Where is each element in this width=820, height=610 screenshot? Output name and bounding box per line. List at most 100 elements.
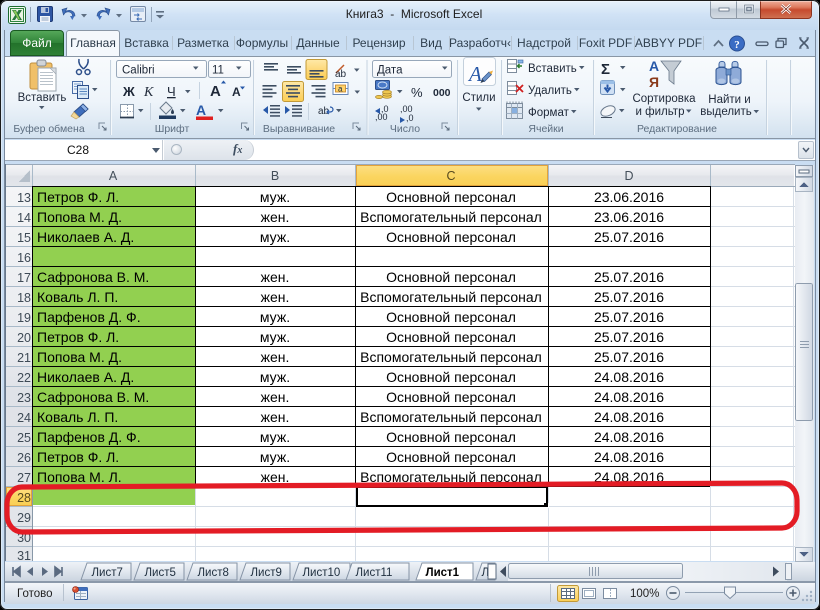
svg-text:Основной персонал: Основной персонал bbox=[386, 369, 516, 385]
svg-text:25.07.2016: 25.07.2016 bbox=[594, 329, 664, 345]
svg-text:муж.: муж. bbox=[260, 309, 290, 325]
svg-text:Вспомогательный персонал: Вспомогательный персонал bbox=[360, 469, 542, 485]
svg-text:Сафронова В. М.: Сафронова В. М. bbox=[37, 389, 149, 405]
svg-text:B: B bbox=[271, 169, 279, 183]
svg-text:16: 16 bbox=[17, 251, 31, 265]
svg-text:Число: Число bbox=[390, 123, 420, 135]
svg-text:Петров Ф. Л.: Петров Ф. Л. bbox=[37, 449, 119, 465]
svg-text:Петров Ф. Л.: Петров Ф. Л. bbox=[37, 189, 119, 205]
svg-text:A: A bbox=[196, 102, 206, 118]
svg-text:выделить: выделить bbox=[700, 106, 752, 118]
svg-text:25: 25 bbox=[17, 431, 31, 445]
svg-text:19: 19 bbox=[17, 311, 31, 325]
svg-text:C: C bbox=[446, 169, 455, 183]
svg-text:a: a bbox=[338, 85, 343, 94]
svg-text:муж.: муж. bbox=[260, 429, 290, 445]
svg-text:20: 20 bbox=[17, 331, 31, 345]
svg-text:A: A bbox=[232, 85, 241, 99]
svg-text:муж.: муж. bbox=[260, 449, 290, 465]
svg-text:A: A bbox=[109, 169, 118, 183]
svg-text:Дата: Дата bbox=[377, 65, 403, 77]
svg-text:24.08.2016: 24.08.2016 bbox=[594, 449, 664, 465]
svg-text:24.08.2016: 24.08.2016 bbox=[594, 389, 664, 405]
svg-text:15: 15 bbox=[17, 231, 31, 245]
svg-text:Попова М. Д.: Попова М. Д. bbox=[37, 349, 122, 365]
svg-text:21: 21 bbox=[17, 351, 31, 365]
svg-text:25.07.2016: 25.07.2016 bbox=[594, 289, 664, 305]
svg-text:Удалить: Удалить bbox=[528, 85, 572, 97]
svg-text:23.06.2016: 23.06.2016 bbox=[594, 189, 664, 205]
svg-text:27: 27 bbox=[17, 471, 31, 485]
svg-text:жен.: жен. bbox=[261, 469, 290, 485]
svg-text:A: A bbox=[210, 83, 221, 100]
svg-text:Ячейки: Ячейки bbox=[528, 123, 563, 135]
svg-text:Основной персонал: Основной персонал bbox=[386, 229, 516, 245]
svg-text:Коваль Л. П.: Коваль Л. П. bbox=[37, 409, 118, 425]
svg-text:ab: ab bbox=[335, 69, 347, 80]
svg-text:24.08.2016: 24.08.2016 bbox=[594, 429, 664, 445]
svg-text:24.08.2016: 24.08.2016 bbox=[594, 469, 664, 485]
svg-text:Шрифт: Шрифт bbox=[155, 123, 190, 135]
svg-text:Лист8: Лист8 bbox=[198, 567, 229, 579]
svg-text:100%: 100% bbox=[630, 588, 659, 600]
svg-text:24: 24 bbox=[17, 411, 31, 425]
svg-text:Парфенов Д. Ф.: Парфенов Д. Ф. bbox=[37, 309, 141, 325]
svg-text:муж.: муж. bbox=[260, 329, 290, 345]
svg-text:Попова М. Л.: Попова М. Л. bbox=[37, 469, 122, 485]
svg-text:Основной персонал: Основной персонал bbox=[386, 269, 516, 285]
svg-text:жен.: жен. bbox=[261, 409, 290, 425]
svg-text:29: 29 bbox=[17, 511, 31, 525]
svg-text:Вспомогательный персонал: Вспомогательный персонал bbox=[360, 209, 542, 225]
svg-text:Сортировка: Сортировка bbox=[632, 93, 696, 105]
svg-text:Николаев А. Д.: Николаев А. Д. bbox=[37, 369, 134, 385]
svg-text:Ж: Ж bbox=[122, 84, 135, 99]
svg-text:Петров Ф. Л.: Петров Ф. Л. bbox=[37, 329, 119, 345]
svg-text:26: 26 bbox=[17, 451, 31, 465]
svg-text:Лист9: Лист9 bbox=[251, 567, 282, 579]
svg-text:A: A bbox=[467, 62, 482, 86]
svg-text:31: 31 bbox=[17, 549, 31, 561]
svg-text:жен.: жен. bbox=[261, 209, 290, 225]
svg-text:28: 28 bbox=[17, 491, 31, 505]
svg-text:17: 17 bbox=[17, 271, 31, 285]
svg-text:30: 30 bbox=[17, 531, 31, 545]
svg-text:Буфер обмена: Буфер обмена bbox=[13, 123, 85, 135]
svg-text:25.07.2016: 25.07.2016 bbox=[594, 229, 664, 245]
svg-text:Основной персонал: Основной персонал bbox=[386, 429, 516, 445]
svg-text:Сафронова В. М.: Сафронова В. М. bbox=[37, 269, 149, 285]
svg-text:Стили: Стили bbox=[462, 92, 495, 104]
svg-text:жен.: жен. bbox=[261, 269, 290, 285]
svg-text:Основной персонал: Основной персонал bbox=[386, 329, 516, 345]
svg-text:Лист10: Лист10 bbox=[303, 567, 341, 579]
svg-text:?: ? bbox=[734, 39, 740, 51]
svg-text:муж.: муж. bbox=[260, 369, 290, 385]
svg-text:23: 23 bbox=[17, 391, 31, 405]
svg-text:25.07.2016: 25.07.2016 bbox=[594, 349, 664, 365]
svg-text:13: 13 bbox=[17, 191, 31, 205]
svg-text:Основной персонал: Основной персонал bbox=[386, 189, 516, 205]
svg-text:жен.: жен. bbox=[261, 289, 290, 305]
svg-text:Σ: Σ bbox=[601, 61, 610, 78]
svg-text:Основной персонал: Основной персонал bbox=[386, 389, 516, 405]
svg-text:14: 14 bbox=[17, 211, 31, 225]
svg-text:24.08.2016: 24.08.2016 bbox=[594, 409, 664, 425]
svg-text:24.08.2016: 24.08.2016 bbox=[594, 369, 664, 385]
svg-text:Основной персонал: Основной персонал bbox=[386, 309, 516, 325]
svg-text:000: 000 bbox=[433, 87, 451, 99]
svg-text:Ч: Ч bbox=[167, 84, 176, 99]
svg-text:D: D bbox=[624, 169, 633, 183]
svg-text:22: 22 bbox=[17, 371, 31, 385]
svg-text:А: А bbox=[649, 58, 659, 74]
svg-text:Выравнивание: Выравнивание bbox=[263, 123, 335, 135]
svg-text:Коваль Л. П.: Коваль Л. П. bbox=[37, 289, 118, 305]
svg-text:Вставить: Вставить bbox=[528, 63, 577, 75]
svg-text:Лист1: Лист1 bbox=[426, 567, 460, 579]
svg-text:23.06.2016: 23.06.2016 bbox=[594, 209, 664, 225]
svg-text:К: К bbox=[143, 85, 154, 100]
svg-text:,00: ,00 bbox=[375, 112, 388, 122]
svg-text:Вставить: Вставить bbox=[18, 92, 67, 104]
svg-text:Готово: Готово bbox=[17, 588, 53, 600]
svg-text:%: % bbox=[411, 85, 423, 100]
svg-text:Редактирование: Редактирование bbox=[637, 123, 717, 135]
svg-text:и фильтр: и фильтр bbox=[636, 106, 685, 118]
